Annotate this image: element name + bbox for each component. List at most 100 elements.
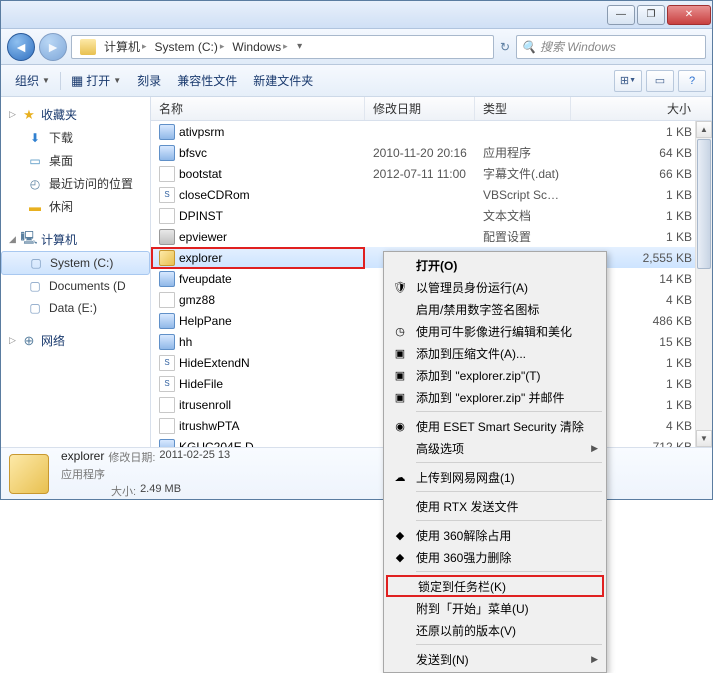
star-icon: ★ xyxy=(21,107,37,123)
nav-back-button[interactable]: ◄ xyxy=(7,33,35,61)
sidebar-item-leisure[interactable]: ▬休闲 xyxy=(1,195,150,218)
file-icon xyxy=(159,292,175,308)
context-menu-item[interactable]: ◉使用 ESET Smart Security 清除 xyxy=(386,415,604,437)
breadcrumb-item[interactable]: System (C:) ▸ xyxy=(151,40,229,54)
menu-icon: ◷ xyxy=(392,323,408,339)
context-menu-item[interactable]: ◷使用可牛影像进行编辑和美化 xyxy=(386,320,604,342)
context-menu-item[interactable]: 启用/禁用数字签名图标 xyxy=(386,298,604,320)
sidebar-network[interactable]: ▷⊕网络 xyxy=(1,329,150,352)
file-icon xyxy=(159,313,175,329)
context-menu-item[interactable]: 🛡以管理员身份运行(A) xyxy=(386,276,604,298)
explorer-window: — ❐ ✕ ◄ ► 计算机 ▸ System (C:) ▸ Windows ▸ … xyxy=(0,0,713,500)
help-button[interactable]: ? xyxy=(678,70,706,92)
context-menu-item[interactable]: 锁定到任务栏(K) xyxy=(386,575,604,597)
file-row[interactable]: epviewer配置设置1 KB xyxy=(151,226,712,247)
breadcrumb[interactable]: 计算机 ▸ System (C:) ▸ Windows ▸ ▾ xyxy=(71,35,494,59)
breadcrumb-dropdown[interactable]: ▾ xyxy=(292,41,308,52)
sidebar-item-documents-d[interactable]: ▢Documents (D xyxy=(1,275,150,297)
nav-forward-button[interactable]: ► xyxy=(39,33,67,61)
details-name: explorer xyxy=(61,449,104,465)
context-menu-item[interactable]: ▣添加到 "explorer.zip" 并邮件 xyxy=(386,386,604,408)
file-icon xyxy=(159,145,175,161)
col-size[interactable]: 大小 xyxy=(571,97,712,120)
col-date[interactable]: 修改日期 xyxy=(365,97,475,120)
scroll-up[interactable]: ▲ xyxy=(696,121,712,138)
context-menu-item[interactable]: 高级选项▶ xyxy=(386,437,604,459)
sidebar-item-data-e[interactable]: ▢Data (E:) xyxy=(1,297,150,319)
context-menu-item[interactable]: 还原以前的版本(V) xyxy=(386,619,604,641)
context-menu-item[interactable]: 附到「开始」菜单(U) xyxy=(386,597,604,619)
computer-icon: 🖳 xyxy=(21,232,37,248)
context-menu-item[interactable]: 使用 RTX 发送文件 xyxy=(386,495,604,517)
titlebar: — ❐ ✕ xyxy=(1,1,712,29)
refresh-icon[interactable]: ↻ xyxy=(498,40,512,54)
newfolder-button[interactable]: 新建文件夹 xyxy=(245,69,321,93)
search-input[interactable]: 🔍 搜索 Windows xyxy=(516,35,706,59)
menu-icon: ▣ xyxy=(392,345,408,361)
burn-button[interactable]: 刻录 xyxy=(129,69,169,93)
menu-icon: ▣ xyxy=(392,367,408,383)
context-menu-item[interactable]: 打开(O) xyxy=(386,254,604,276)
compat-button[interactable]: 兼容性文件 xyxy=(169,69,245,93)
scrollbar[interactable]: ▲ ▼ xyxy=(695,121,712,447)
file-icon xyxy=(159,124,175,140)
sidebar: ▷★收藏夹 ⬇下载 ▭桌面 ◴最近访问的位置 ▬休闲 ◢🖳计算机 ▢System… xyxy=(1,97,151,447)
sidebar-item-downloads[interactable]: ⬇下载 xyxy=(1,126,150,149)
close-button[interactable]: ✕ xyxy=(667,5,711,25)
open-icon: ▦ xyxy=(71,73,83,89)
file-icon xyxy=(159,187,175,203)
context-menu-item[interactable]: ▣添加到 "explorer.zip"(T) xyxy=(386,364,604,386)
file-icon xyxy=(159,250,175,266)
organize-menu[interactable]: 组织 ▼ xyxy=(7,69,58,93)
context-menu-item[interactable]: ▣添加到压缩文件(A)... xyxy=(386,342,604,364)
file-icon xyxy=(159,418,175,434)
view-button[interactable]: ⊞ ▼ xyxy=(614,70,642,92)
preview-button[interactable]: ▭ xyxy=(646,70,674,92)
body: ▷★收藏夹 ⬇下载 ▭桌面 ◴最近访问的位置 ▬休闲 ◢🖳计算机 ▢System… xyxy=(1,97,712,447)
context-menu-item[interactable]: ◆使用 360强力删除 xyxy=(386,546,604,568)
file-row[interactable]: bfsvc2010-11-20 20:16应用程序64 KB xyxy=(151,142,712,163)
download-icon: ⬇ xyxy=(27,130,43,146)
search-placeholder: 搜索 Windows xyxy=(540,38,616,55)
sidebar-computer[interactable]: ◢🖳计算机 xyxy=(1,228,150,251)
file-icon xyxy=(159,166,175,182)
desktop-icon: ▭ xyxy=(27,153,43,169)
file-icon xyxy=(159,355,175,371)
network-icon: ⊕ xyxy=(21,333,37,349)
column-headers: 名称 修改日期 类型 大小 xyxy=(151,97,712,121)
file-row[interactable]: ativpsrm1 KB xyxy=(151,121,712,142)
context-menu-item[interactable]: ◆使用 360解除占用 xyxy=(386,524,604,546)
file-row[interactable]: closeCDRomVBScript Script ...1 KB xyxy=(151,184,712,205)
computer-icon xyxy=(80,39,96,55)
sidebar-item-system-c[interactable]: ▢System (C:) xyxy=(1,251,150,275)
context-menu-item[interactable]: 发送到(N)▶ xyxy=(386,648,604,670)
menu-icon: ◉ xyxy=(392,418,408,434)
scroll-thumb[interactable] xyxy=(697,139,711,269)
menu-icon: ◆ xyxy=(392,549,408,565)
file-icon xyxy=(159,229,175,245)
minimize-button[interactable]: — xyxy=(607,5,635,25)
breadcrumb-item[interactable]: Windows ▸ xyxy=(228,40,291,54)
menu-icon: ☁ xyxy=(392,469,408,485)
drive-icon: ▢ xyxy=(27,278,43,294)
col-type[interactable]: 类型 xyxy=(475,97,571,120)
scroll-down[interactable]: ▼ xyxy=(696,430,712,447)
sidebar-item-desktop[interactable]: ▭桌面 xyxy=(1,149,150,172)
file-list-panel: 名称 修改日期 类型 大小 ativpsrm1 KBbfsvc2010-11-2… xyxy=(151,97,712,447)
file-icon xyxy=(159,271,175,287)
context-menu: 打开(O)🛡以管理员身份运行(A)启用/禁用数字签名图标◷使用可牛影像进行编辑和… xyxy=(383,251,607,673)
breadcrumb-item[interactable]: 计算机 ▸ xyxy=(100,38,151,55)
col-name[interactable]: 名称 xyxy=(151,97,365,120)
menu-icon: ▣ xyxy=(392,389,408,405)
context-menu-item[interactable]: ☁上传到网易网盘(1) xyxy=(386,466,604,488)
sidebar-item-recent[interactable]: ◴最近访问的位置 xyxy=(1,172,150,195)
file-icon xyxy=(159,334,175,350)
search-icon: 🔍 xyxy=(521,40,536,54)
file-icon xyxy=(159,439,175,448)
sidebar-favorites[interactable]: ▷★收藏夹 xyxy=(1,103,150,126)
file-row[interactable]: DPINST文本文档1 KB xyxy=(151,205,712,226)
open-button[interactable]: ▦打开 ▼ xyxy=(63,69,129,93)
maximize-button[interactable]: ❐ xyxy=(637,5,665,25)
file-row[interactable]: bootstat2012-07-11 11:00字幕文件(.dat)66 KB xyxy=(151,163,712,184)
drive-icon: ▢ xyxy=(28,255,44,271)
